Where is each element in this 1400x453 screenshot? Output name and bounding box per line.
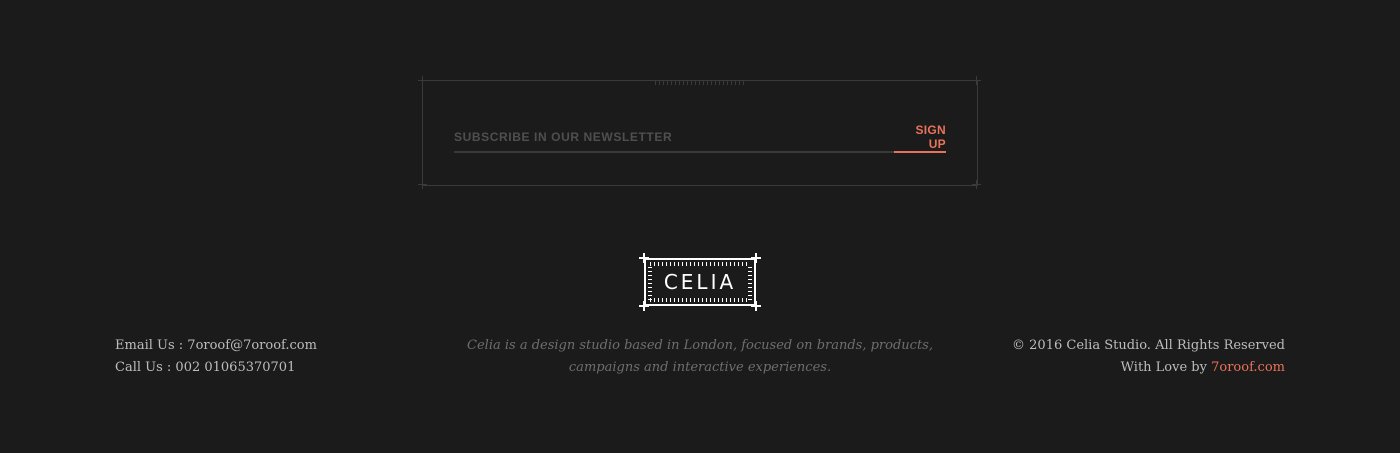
corner-mark (972, 180, 981, 189)
email-link[interactable]: 7oroof@7oroof.com (187, 338, 317, 353)
celia-logo[interactable]: CELIA (639, 253, 761, 311)
contact-info: Email Us : 7oroof@7oroof.com Call Us : 0… (115, 335, 317, 379)
logo-ticks (748, 264, 752, 300)
logo-ticks (650, 262, 750, 266)
logo-corner (639, 301, 649, 311)
corner-mark (418, 76, 427, 85)
logo-corner (751, 253, 761, 263)
logo-corner (639, 253, 649, 263)
credit-line: With Love by 7oroof.com (1012, 357, 1285, 379)
phone-label: Call Us : (115, 360, 176, 375)
ruler-decoration (655, 80, 747, 85)
studio-description: Celia is a design studio based in London… (467, 338, 933, 375)
logo-text: CELIA (663, 270, 737, 294)
credit-prefix: With Love by (1120, 360, 1212, 375)
credit-link[interactable]: 7oroof.com (1211, 360, 1285, 375)
phone-line: Call Us : 002 01065370701 (115, 357, 317, 379)
logo-ticks (650, 298, 750, 302)
phone-link[interactable]: 002 01065370701 (175, 360, 295, 375)
copyright-text: © 2016 Celia Studio. All Rights Reserved (1012, 338, 1285, 353)
newsletter-email-input[interactable] (454, 123, 894, 153)
footer: SIGN UP CELIA Email Us : 7oroof@7oroof.c… (0, 0, 1400, 453)
logo-ticks (648, 264, 652, 300)
copyright-block: © 2016 Celia Studio. All Rights Reserved… (1012, 335, 1285, 379)
corner-mark (972, 76, 981, 85)
email-line: Email Us : 7oroof@7oroof.com (115, 335, 317, 357)
sign-up-button[interactable]: SIGN UP (894, 123, 946, 153)
logo-corner (751, 301, 761, 311)
newsletter-form: SIGN UP (418, 76, 981, 189)
email-label: Email Us : (115, 338, 188, 353)
corner-mark (418, 180, 427, 189)
